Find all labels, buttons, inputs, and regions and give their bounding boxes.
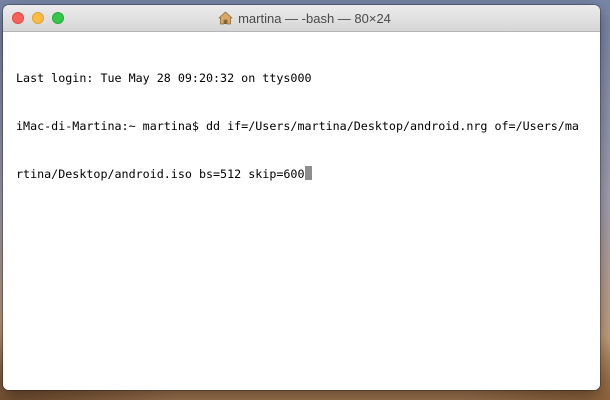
terminal-content[interactable]: Last login: Tue May 28 09:20:32 on ttys0… (3, 32, 600, 390)
terminal-line-command-wrap-text: rtina/Desktop/android.iso bs=512 skip=60… (16, 167, 305, 181)
minimize-button[interactable] (32, 12, 44, 24)
window-controls (12, 12, 64, 24)
window-title-text: martina — -bash — 80×24 (238, 10, 391, 26)
resize-handle[interactable] (592, 382, 600, 390)
terminal-window[interactable]: martina — -bash — 80×24 Last login: Tue … (3, 5, 600, 390)
home-icon (218, 11, 233, 25)
terminal-line-login: Last login: Tue May 28 09:20:32 on ttys0… (16, 71, 312, 85)
close-button[interactable] (12, 12, 24, 24)
window-titlebar[interactable]: martina — -bash — 80×24 (3, 5, 600, 32)
zoom-button[interactable] (52, 12, 64, 24)
terminal-line-command: iMac-di-Martina:~ martina$ dd if=/Users/… (16, 119, 579, 133)
terminal-line-command-wrap: rtina/Desktop/android.iso bs=512 skip=60… (16, 166, 588, 182)
window-title: martina — -bash — 80×24 (218, 11, 391, 26)
text-cursor (304, 166, 312, 180)
